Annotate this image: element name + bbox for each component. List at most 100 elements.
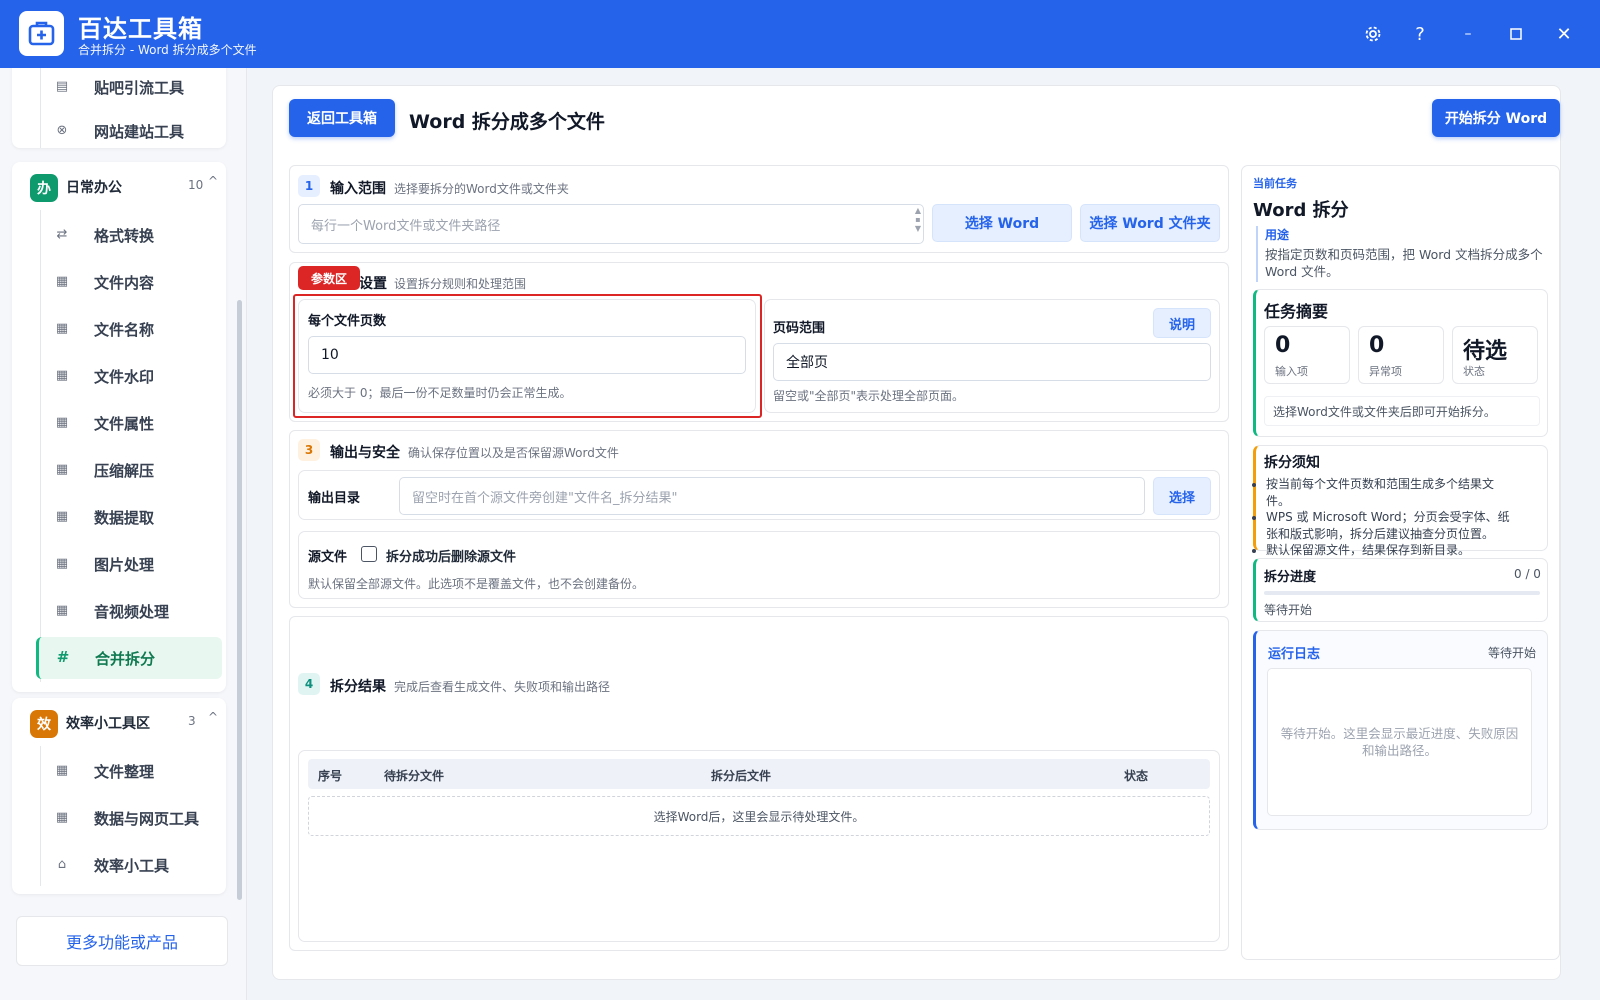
group-header[interactable]: 效 效率小工具区 3 ^ (12, 698, 226, 746)
pages-per-file-hint: 必须大于 0；最后一份不足数量时仍会正常生成。 (308, 386, 572, 400)
input-paths-textarea[interactable]: 每行一个Word文件或文件夹路径 (298, 204, 924, 244)
section-desc: 完成后查看生成文件、失败项和输出路径 (394, 680, 611, 694)
grid-icon: ▦ (55, 368, 69, 383)
sidebar-item-compress[interactable]: ▦ 压缩解压 (36, 449, 222, 491)
maximize-icon[interactable] (1502, 20, 1530, 48)
progress-bar-track (1264, 591, 1540, 595)
hash-icon: # (56, 648, 70, 666)
sidebar-scrollbar[interactable] (237, 300, 242, 900)
results-empty-state: 选择Word后，这里会显示待处理文件。 (308, 796, 1210, 836)
close-icon[interactable]: ✕ (1550, 20, 1578, 48)
back-to-toolbox-button[interactable]: 返回工具箱 (289, 99, 395, 137)
section-number: 3 (298, 439, 320, 461)
section-title: 输入范围 (330, 181, 386, 197)
swap-icon: ⇄ (56, 227, 68, 242)
notes-title: 拆分须知 (1264, 455, 1320, 471)
progress-title: 拆分进度 (1264, 570, 1317, 585)
sidebar-item-file-content[interactable]: ▦ 文件内容 (36, 261, 222, 303)
note-item: 按当前每个文件页数和范围生成多个结果文件。 (1266, 476, 1517, 509)
chevron-up-icon[interactable]: ^ (208, 710, 218, 724)
progress-count: 0 / 0 (1514, 567, 1541, 581)
group-header[interactable]: 办 日常办公 10 ^ (12, 162, 226, 210)
textarea-scroll-arrows-icon[interactable]: ▲ ▪ ▼ (914, 206, 922, 242)
toolbox-icon: ⌂ (57, 857, 67, 872)
pages-per-file-label: 每个文件页数 (308, 314, 387, 329)
output-dir-select-button[interactable]: 选择 (1153, 477, 1211, 515)
sidebar-group-efficiency: 效 效率小工具区 3 ^ ▦ 文件整理 ▦ 数据与网页工具 ⌂ 效率小工具 (12, 698, 226, 894)
page-title: Word 拆分成多个文件 (409, 111, 605, 133)
group-count: 10 (188, 178, 204, 192)
toolbox-logo-icon (19, 11, 64, 56)
log-title: 运行日志 (1268, 647, 1321, 662)
delete-source-checkbox[interactable] (361, 546, 377, 562)
task-kicker: 当前任务 (1253, 177, 1297, 190)
sidebar-group-daily-office: 办 日常办公 10 ^ ⇄ 格式转换 ▦ 文件内容 ▦ 文件名称 ▦ 文件水印 ▦ 文件属… (12, 162, 226, 692)
grid-icon: ▦ (55, 462, 69, 477)
settings-gear-icon[interactable] (1359, 20, 1387, 48)
help-icon[interactable]: ? (1406, 20, 1434, 48)
output-dir-label: 输出目录 (308, 491, 361, 506)
grid-icon: ▦ (55, 763, 69, 778)
app-subtitle: 合并拆分 - Word 拆分成多个文件 (78, 43, 257, 57)
column-header: 序号 (318, 769, 343, 783)
start-split-button[interactable]: 开始拆分 Word (1432, 99, 1560, 137)
page-range-help-button[interactable]: 说明 (1153, 308, 1211, 338)
grid-icon: ▦ (55, 509, 69, 524)
minimize-icon[interactable]: – (1454, 20, 1482, 48)
page-range-label: 页码范围 (773, 321, 826, 336)
grid-icon: ▦ (55, 321, 69, 336)
chevron-up-icon[interactable]: ^ (208, 174, 218, 188)
sidebar-group-previous: ▤ 贴吧引流工具 ⊗ 网站建站工具 (12, 68, 226, 148)
usage-label: 用途 (1265, 228, 1290, 242)
more-products-button[interactable]: 更多功能或产品 (16, 916, 228, 966)
select-word-button[interactable]: 选择 Word (932, 204, 1072, 242)
stat-input-items: 0 输入项 (1264, 326, 1350, 384)
select-word-folder-button[interactable]: 选择 Word 文件夹 (1080, 204, 1220, 242)
sidebar-item-efficiency-tools[interactable]: ⌂ 效率小工具 (36, 844, 222, 886)
output-dir-input[interactable]: 留空时在首个源文件旁创建"文件名_拆分结果" (399, 477, 1145, 515)
source-file-label: 源文件 (308, 550, 348, 565)
pages-per-file-input[interactable]: 10 (308, 336, 746, 374)
sidebar-item-data-web[interactable]: ▦ 数据与网页工具 (36, 797, 222, 839)
sidebar-item-format-convert[interactable]: ⇄ 格式转换 (36, 214, 222, 256)
sidebar-item-file-organize[interactable]: ▦ 文件整理 (36, 750, 222, 792)
stat-status: 待选 状态 (1452, 326, 1538, 384)
notes-list: 按当前每个文件页数和范围生成多个结果文件。 WPS 或 Microsoft Wo… (1253, 476, 1517, 559)
log-output-area: 等待开始。这里会显示最近进度、失败原因和输出路径。 (1267, 668, 1532, 816)
document-icon: ▤ (55, 79, 69, 94)
sidebar-item-file-watermark[interactable]: ▦ 文件水印 (36, 355, 222, 397)
sidebar-item-tieba[interactable]: ▤ 贴吧引流工具 (36, 68, 222, 108)
grid-icon: ▦ (55, 603, 69, 618)
stat-error-items: 0 异常项 (1358, 326, 1444, 384)
task-title: Word 拆分 (1253, 200, 1349, 221)
grid-icon: ▦ (55, 556, 69, 571)
title-bar: 百达工具箱 合并拆分 - Word 拆分成多个文件 ? – ✕ (0, 0, 1600, 68)
usage-accent-bar (1256, 226, 1258, 282)
group-label: 效率小工具区 (66, 716, 150, 732)
section-desc: 确认保存位置以及是否保留源Word文件 (408, 446, 619, 460)
page-range-input[interactable]: 全部页 (773, 343, 1211, 381)
grid-icon: ▦ (55, 274, 69, 289)
sidebar-item-website[interactable]: ⊗ 网站建站工具 (36, 110, 222, 152)
sidebar-item-image[interactable]: ▦ 图片处理 (36, 543, 222, 585)
section-number: 1 (298, 175, 320, 197)
section-title: 设置 (359, 276, 387, 292)
sidebar-item-file-properties[interactable]: ▦ 文件属性 (36, 402, 222, 444)
note-item: WPS 或 Microsoft Word；分页会受字体、纸张和版式影响，拆分后建… (1266, 509, 1517, 542)
page-range-hint: 留空或"全部页"表示处理全部页面。 (773, 389, 965, 403)
sidebar-item-merge-split[interactable]: # 合并拆分 (36, 637, 222, 679)
usage-text: 按指定页数和页码范围，把 Word 文档拆分成多个 Word 文件。 (1265, 247, 1543, 279)
column-header: 拆分后文件 (711, 769, 772, 783)
group-badge: 办 (30, 174, 58, 202)
progress-status: 等待开始 (1264, 603, 1313, 617)
column-header: 待拆分文件 (384, 769, 445, 783)
delete-source-label[interactable]: 拆分成功后删除源文件 (386, 546, 516, 565)
section-title: 输出与安全 (330, 445, 400, 461)
sidebar-item-file-name[interactable]: ▦ 文件名称 (36, 308, 222, 350)
sidebar: ▤ 贴吧引流工具 ⊗ 网站建站工具 办 日常办公 10 ^ ⇄ 格式转换 ▦ 文件内… (0, 68, 247, 1000)
group-count: 3 (188, 714, 196, 728)
sidebar-item-audio-video[interactable]: ▦ 音视频处理 (36, 590, 222, 632)
app-title: 百达工具箱 (78, 15, 203, 43)
sidebar-item-data-extract[interactable]: ▦ 数据提取 (36, 496, 222, 538)
grid-icon: ▦ (55, 415, 69, 430)
